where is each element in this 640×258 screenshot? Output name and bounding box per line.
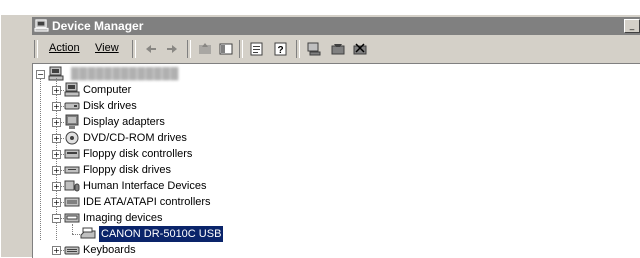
tree-item-label[interactable]: DVD/CD-ROM drives bbox=[83, 130, 187, 146]
title-bar[interactable]: Device Manager _ □ bbox=[32, 17, 640, 35]
window-title: Device Manager bbox=[52, 19, 144, 33]
uninstall-icon[interactable] bbox=[352, 41, 368, 57]
scan-hardware-icon[interactable] bbox=[306, 41, 322, 57]
expand-icon[interactable]: + bbox=[52, 150, 61, 159]
tree-item-label[interactable]: Floppy disk drives bbox=[83, 162, 171, 178]
disk-drive-icon bbox=[64, 102, 80, 110]
minimize-button[interactable]: _ bbox=[624, 19, 640, 33]
expand-icon[interactable]: + bbox=[52, 134, 61, 143]
expand-icon[interactable]: + bbox=[52, 166, 61, 175]
forward-icon[interactable] bbox=[164, 41, 180, 57]
menu-action[interactable]: Action bbox=[49, 42, 80, 54]
tree-item-label[interactable]: Computer bbox=[83, 82, 131, 98]
floppy-drive-icon bbox=[64, 166, 80, 174]
tree-item-label[interactable]: Human Interface Devices bbox=[83, 178, 207, 194]
back-icon[interactable] bbox=[143, 41, 159, 57]
floppy-controller-icon bbox=[64, 149, 80, 159]
properties-icon[interactable] bbox=[249, 41, 265, 57]
tree-item-label[interactable]: Imaging devices bbox=[83, 210, 163, 226]
computer-name-label[interactable]: █████████████ bbox=[71, 66, 179, 82]
expand-icon[interactable]: + bbox=[52, 198, 61, 207]
svg-text:?: ? bbox=[277, 45, 283, 56]
console-tree-icon[interactable] bbox=[218, 41, 234, 57]
toolbar-separator bbox=[187, 40, 191, 58]
expand-icon[interactable]: + bbox=[52, 182, 61, 191]
tree-item-label[interactable]: Disk drives bbox=[83, 98, 137, 114]
tree-item-label[interactable]: CANON DR-5010C USB bbox=[97, 225, 225, 243]
device-manager-icon bbox=[34, 19, 49, 32]
expand-icon[interactable]: + bbox=[52, 102, 61, 111]
computer-icon bbox=[64, 82, 80, 97]
scanner-icon bbox=[80, 227, 96, 239]
cdrom-icon bbox=[65, 131, 79, 145]
toolbar-grip[interactable] bbox=[132, 40, 136, 58]
hid-icon bbox=[64, 180, 80, 192]
tree-item-label[interactable]: Display adapters bbox=[83, 114, 165, 130]
update-driver-icon[interactable] bbox=[330, 41, 346, 57]
toolbar-separator bbox=[296, 40, 300, 58]
up-icon[interactable] bbox=[197, 41, 213, 57]
help-icon[interactable]: ? bbox=[273, 41, 289, 57]
expand-icon[interactable]: + bbox=[52, 246, 61, 255]
device-manager-window: Device Manager _ □ Action View bbox=[0, 14, 640, 258]
tree-item-label[interactable]: Floppy disk controllers bbox=[83, 146, 192, 162]
toolbar: Action View ? bbox=[32, 37, 640, 61]
tree-line bbox=[72, 234, 80, 236]
toolbar-grip[interactable] bbox=[34, 40, 38, 58]
menu-view[interactable]: View bbox=[95, 42, 119, 54]
expand-icon[interactable]: + bbox=[52, 86, 61, 95]
ide-controller-icon bbox=[64, 197, 80, 207]
toolbar-separator bbox=[239, 40, 243, 58]
expand-icon[interactable]: + bbox=[52, 118, 61, 127]
display-adapter-icon bbox=[65, 114, 79, 129]
tree-line bbox=[40, 78, 42, 240]
device-tree[interactable]: − █████████████ + Computer + Disk drives + Di… bbox=[32, 63, 640, 258]
tree-item-label[interactable]: IDE ATA/ATAPI controllers bbox=[83, 194, 211, 210]
imaging-device-icon bbox=[64, 213, 80, 223]
collapse-icon[interactable]: − bbox=[52, 214, 61, 223]
